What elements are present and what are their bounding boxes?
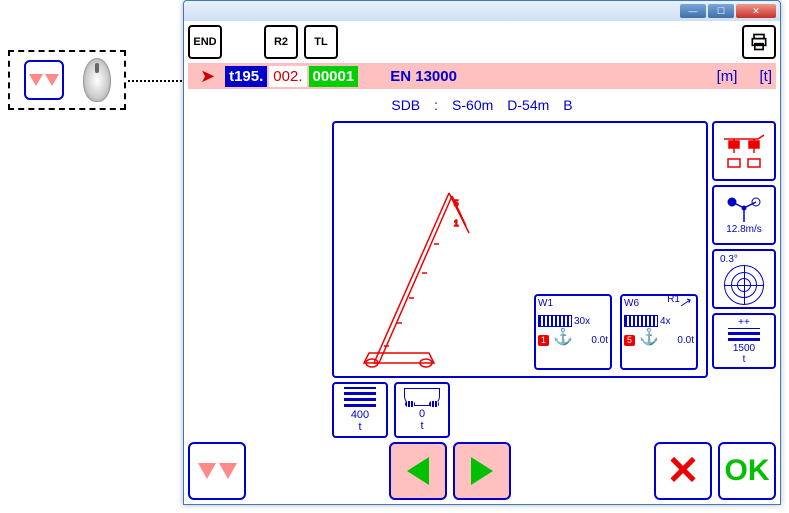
svg-text:5: 5 [454,199,459,208]
unit-weight: [t] [759,68,772,85]
ballast-panel: 400 t [332,382,388,438]
svg-text:1: 1 [454,219,459,228]
superlift-value: 0 [419,408,425,420]
print-button[interactable] [742,25,776,59]
winch-1-name: W1 [538,298,608,309]
arrow-right-icon [471,457,493,485]
crane-diagram-panel: 5 1 W1 30x 1 ⚓ 0.0 [332,121,708,378]
config-code-serial: 00001 [309,66,359,87]
counter-plus: ++ [738,317,750,328]
hook-icon: ⚓ [553,331,565,349]
winch-1-panel: W1 30x 1 ⚓ 0.0t [534,294,612,370]
anemometer-icon [726,196,762,224]
r1-label: R1 [667,294,680,305]
winch-2-panel: R1 W6 4x 5 ⚓ 0.0t [620,294,698,370]
ballast-unit: t [358,421,361,433]
wind-value: 12.8m/s [726,224,762,235]
winch-2-reeving: 4x [660,316,671,327]
ok-label: OK [725,454,770,488]
ballast-icon [344,387,376,407]
drum-icon [624,315,658,327]
hook-badge-5: 5 [624,335,635,346]
svg-text:1: 1 [732,142,736,149]
r2-button[interactable]: R2 [264,25,298,59]
hook-config-tile[interactable]: 1 5 [712,121,776,181]
level-indicator-icon [724,265,764,305]
page-down-button[interactable] [188,442,246,500]
wind-tile[interactable]: 12.8m/s [712,185,776,245]
sdb-label: SDB [391,97,420,113]
winch-2-load: 0.0t [677,335,694,346]
close-button[interactable]: ✕ [736,4,776,18]
x-icon: ✕ [666,451,700,491]
arrow-left-icon [407,457,429,485]
crane-diagram-icon: 5 1 [354,178,504,368]
cancel-button[interactable]: ✕ [654,442,712,500]
config-bar: ➤ t195. 002. 00001 EN 13000 [m] [t] [188,63,776,89]
drum-icon [538,315,572,327]
tilt-value: 0.3° [720,254,738,265]
boom-d: D-54m [507,97,549,113]
ballast-value: 400 [351,409,369,421]
tl-button[interactable]: TL [304,25,338,59]
minimize-button[interactable]: — [680,4,706,18]
boom-s: S-60m [452,97,493,113]
config-subline: SDB : S-60m D-54m B [188,93,776,117]
crane-hooks-icon: 1 5 [720,133,768,169]
counter-unit: t [743,354,746,365]
titlebar: — ☐ ✕ [184,1,780,21]
config-code-mid: 002. [269,66,306,87]
ok-button[interactable]: OK [718,442,776,500]
winch-1-load: 0.0t [591,335,608,346]
carbody-icon [404,388,440,406]
tilt-tile[interactable]: 0.3° [712,249,776,309]
app-window: — ☐ ✕ END R2 TL ➤ t195. 002. 00001 EN 13… [183,0,781,505]
config-code-main: t195. [225,66,267,87]
counter-value: 1500 [733,343,755,354]
counterweight-tile[interactable]: ++ 1500 t [712,313,776,369]
winch-1-reeving: 30x [574,316,590,327]
standard-label: EN 13000 [390,68,457,85]
pointer-icon: ➤ [200,66,215,87]
superlift-panel: 0 t [394,382,450,438]
superlift-unit: t [420,420,423,432]
hook-icon: ⚓ [639,331,651,349]
maximize-button[interactable]: ☐ [708,4,734,18]
page-down-button-ref [24,60,64,100]
printer-icon [749,32,769,52]
mouse-icon [83,58,111,102]
unit-length: [m] [717,68,738,85]
boom-b: B [563,97,572,113]
end-button[interactable]: END [188,25,222,59]
svg-text:5: 5 [752,142,756,149]
counterweight-icon [728,328,760,341]
radius-arrow-icon [680,298,692,308]
external-hint-box [8,50,126,110]
hook-badge-1: 1 [538,335,549,346]
next-button[interactable] [453,442,511,500]
prev-button[interactable] [389,442,447,500]
